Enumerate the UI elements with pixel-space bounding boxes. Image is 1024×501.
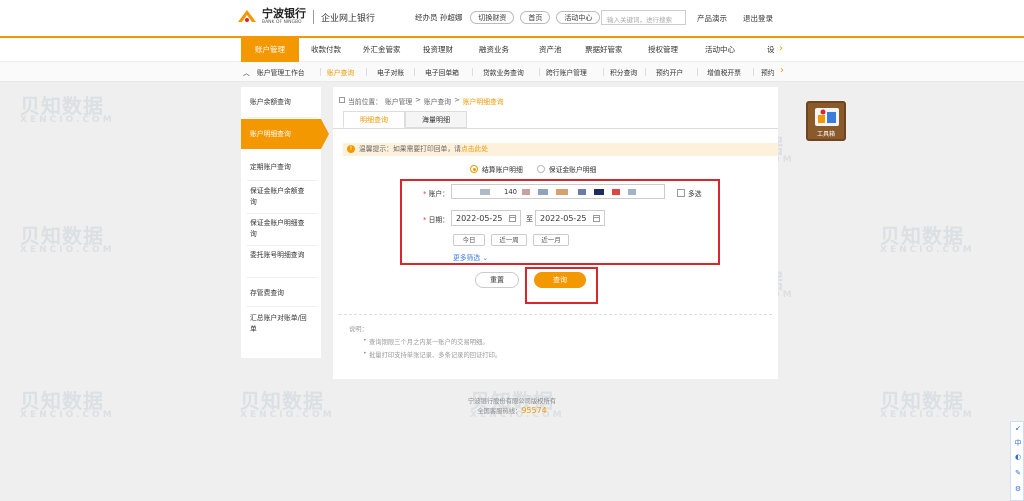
info-icon: ! bbox=[347, 145, 355, 153]
subnav-vat-invoice[interactable]: 增值税开票 bbox=[707, 67, 741, 77]
nav-tab-authorization[interactable]: 授权管理 bbox=[648, 44, 678, 55]
nav-tab-asset-pool[interactable]: 资产池 bbox=[539, 44, 562, 55]
subnav-workbench[interactable]: 账户管理工作台 bbox=[257, 67, 305, 77]
watermark-cn: 贝知数据 bbox=[20, 94, 104, 118]
nav-scroll-right-icon[interactable]: › bbox=[779, 43, 783, 54]
tab-detail-query[interactable]: 明细查询 bbox=[343, 111, 405, 128]
nav-tab-forex[interactable]: 外汇金管家 bbox=[363, 44, 401, 55]
footer-copyright: 宁波银行股份有限公司版权所有 bbox=[467, 398, 557, 405]
subnav-e-reconciliation[interactable]: 电子对账 bbox=[377, 67, 404, 77]
divider bbox=[339, 314, 772, 315]
menu-entrusted-detail-query[interactable]: 委托账号明细查询 bbox=[241, 250, 311, 261]
bank-logo-icon bbox=[236, 8, 258, 26]
note-item: 批量打印支持单张记录、多条记录的回证打印。 bbox=[363, 350, 501, 359]
subnav-scroll-right-icon[interactable]: › bbox=[780, 65, 784, 76]
pen-icon[interactable]: ✎ bbox=[1013, 469, 1023, 477]
subnav-more[interactable]: 预约 bbox=[761, 67, 775, 77]
footer-hotline: 全国客服热线：95574 bbox=[477, 406, 547, 415]
nav-tab-financing[interactable]: 融资业务 bbox=[479, 44, 509, 55]
watermark-en: XENCIO.COM bbox=[880, 245, 975, 255]
radio-dot-selected[interactable] bbox=[470, 165, 478, 173]
menu-fixed-deposit-query[interactable]: 定期账户查询 bbox=[241, 162, 321, 173]
menu-balance-query[interactable]: 账户余额查询 bbox=[241, 97, 321, 108]
left-menu: 账户余额查询 账户明细查询 定期账户查询 保证金账户余额查询 保证金账户明细查询… bbox=[241, 87, 329, 358]
radio-margin-account[interactable]: 保证金账户明细 bbox=[536, 164, 596, 174]
moon-icon[interactable]: ◐ bbox=[1013, 453, 1023, 461]
toolbox-icon bbox=[815, 108, 839, 126]
query-tabs: 明细查询 海量明细 bbox=[343, 111, 467, 128]
bank-logo[interactable]: 宁波银行 BANK OF NINGBO 企业网上银行 bbox=[236, 8, 375, 26]
nav-tab-investment[interactable]: 投资理财 bbox=[423, 44, 453, 55]
search-input[interactable]: 输入关键词，进行搜索 bbox=[601, 10, 686, 25]
primary-nav: 账户管理 收款付款 外汇金管家 投资理财 融资业务 资产池 票据好管家 授权管理… bbox=[0, 36, 1024, 62]
location-icon bbox=[339, 97, 345, 103]
logout-link[interactable]: 退出登录 bbox=[743, 13, 773, 24]
collapse-icon[interactable]: ︿ bbox=[243, 67, 250, 77]
watermark-en: XENCIO.COM bbox=[20, 245, 115, 255]
side-toolbar: ↙ 中 ◐ ✎ ⚙ bbox=[1010, 421, 1024, 501]
account-type-radios: 结算账户明细 保证金账户明细 bbox=[470, 164, 596, 174]
notice-bar: ! 温馨提示：如果需要打印回单，请点击此处 bbox=[343, 143, 778, 156]
toolbox-button[interactable]: 工具箱 bbox=[806, 101, 846, 141]
breadcrumb: 当前位置： 账户管理 > 账户查询 > 账户明细查询 bbox=[339, 96, 504, 106]
gear-icon[interactable]: ⚙ bbox=[1013, 485, 1023, 493]
tab-bulk-detail[interactable]: 海量明细 bbox=[405, 111, 467, 128]
product-demo-link[interactable]: 产品演示 bbox=[697, 13, 727, 24]
active-arrow-icon bbox=[321, 119, 329, 149]
crumb-account-management[interactable]: 账户管理 bbox=[385, 96, 412, 106]
toolbox-label: 工具箱 bbox=[816, 131, 835, 138]
menu-margin-balance-query[interactable]: 保证金账户余额查询 bbox=[241, 186, 311, 208]
watermark-cn: 贝知数据 bbox=[20, 224, 104, 248]
print-receipt-link[interactable]: 点击此处 bbox=[461, 145, 488, 153]
system-name: 企业网上银行 bbox=[321, 13, 376, 24]
logo-divider bbox=[313, 10, 314, 24]
nav-tab-bills[interactable]: 票据好管家 bbox=[585, 44, 623, 55]
reset-button[interactable]: 重置 bbox=[475, 272, 519, 288]
activity-center-button[interactable]: 活动中心 bbox=[556, 11, 601, 24]
radio-dot[interactable] bbox=[536, 165, 545, 173]
menu-detail-query[interactable]: 账户明细查询 bbox=[241, 119, 329, 149]
secondary-nav: ︿ 账户管理工作台 账户查询 电子对账 电子回单箱 贷款业务查询 跨行账户管理 … bbox=[0, 62, 1024, 82]
language-icon[interactable]: 中 bbox=[1013, 438, 1023, 448]
logo-name-en: BANK OF NINGBO bbox=[262, 20, 302, 25]
home-button[interactable]: 首页 bbox=[520, 11, 551, 24]
subnav-e-receipts[interactable]: 电子回单箱 bbox=[425, 67, 459, 77]
subnav-points[interactable]: 积分查询 bbox=[610, 67, 637, 77]
notes-title: 说明： bbox=[349, 326, 368, 333]
watermark-en: XENCIO.COM bbox=[20, 115, 115, 125]
nav-tab-activity[interactable]: 活动中心 bbox=[705, 44, 735, 55]
logo-name-cn: 宁波银行 bbox=[262, 7, 306, 20]
watermark-cn: 贝知数据 bbox=[880, 224, 964, 248]
hotline-number: 95574 bbox=[521, 406, 547, 415]
expand-icon[interactable]: ↙ bbox=[1013, 424, 1023, 432]
highlight-box-form bbox=[400, 179, 720, 265]
crumb-current: 账户明细查询 bbox=[462, 98, 504, 106]
nav-tab-settings[interactable]: 设 bbox=[767, 44, 775, 55]
menu-detail-query-label: 账户明细查询 bbox=[250, 130, 291, 138]
switch-treasury-button[interactable]: 切换财资 bbox=[470, 11, 515, 24]
subnav-cross-bank[interactable]: 跨行账户管理 bbox=[546, 67, 587, 77]
nav-tab-account-management[interactable]: 账户管理 bbox=[241, 38, 299, 62]
main-panel: 当前位置： 账户管理 > 账户查询 > 账户明细查询 明细查询 海量明细 ! 温… bbox=[333, 87, 778, 379]
menu-summary-statement[interactable]: 汇总账户对账单/回单 bbox=[241, 313, 307, 335]
operator-label: 经办员 孙超娜 bbox=[415, 13, 463, 22]
crumb-account-query[interactable]: 账户查询 bbox=[424, 96, 451, 106]
highlight-box-query bbox=[525, 267, 598, 304]
note-item: 查询期限三个月之内某一账户的交易明细。 bbox=[363, 337, 489, 346]
menu-margin-detail-query[interactable]: 保证金账户明细查询 bbox=[241, 218, 311, 240]
radio-settlement-account[interactable]: 结算账户明细 bbox=[470, 164, 523, 174]
subnav-loan-query[interactable]: 贷款业务查询 bbox=[483, 67, 524, 77]
top-header: 宁波银行 BANK OF NINGBO 企业网上银行 经办员 孙超娜 切换财资 … bbox=[0, 0, 1024, 36]
subnav-appointment[interactable]: 预约开户 bbox=[656, 67, 683, 77]
menu-custody-fee-query[interactable]: 存管费查询 bbox=[241, 288, 321, 299]
subnav-account-query[interactable]: 账户查询 bbox=[327, 67, 354, 77]
nav-tab-payments[interactable]: 收款付款 bbox=[311, 44, 341, 55]
